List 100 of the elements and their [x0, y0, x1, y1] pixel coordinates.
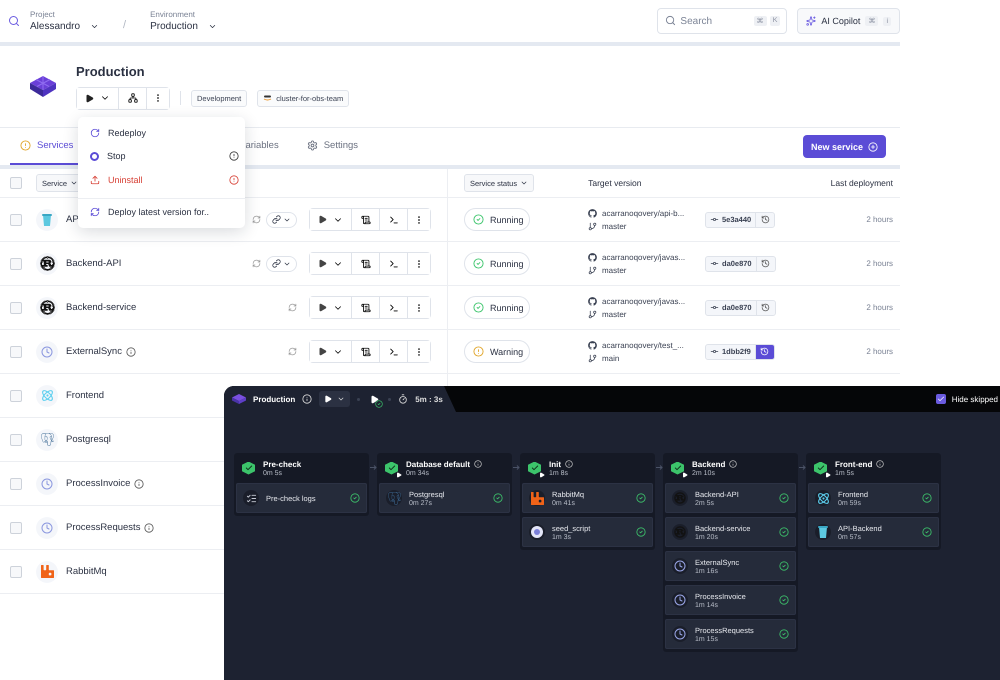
- breadcrumb-separator: /: [123, 19, 126, 31]
- row-checkbox[interactable]: [10, 390, 22, 402]
- history-icon: [761, 259, 770, 268]
- play-icon: [318, 259, 327, 268]
- stage-title: Front-end: [835, 460, 872, 468]
- deploy-button[interactable]: [310, 209, 352, 230]
- deploy-menu-button[interactable]: [77, 88, 119, 108]
- info-icon[interactable]: [126, 346, 136, 356]
- terminal-icon: [388, 214, 398, 224]
- status-pill: Warning: [464, 340, 530, 363]
- row-checkbox[interactable]: [10, 566, 22, 578]
- play-icon: [318, 347, 327, 356]
- sparkles-icon: [806, 16, 816, 26]
- service-name[interactable]: RabbitMq: [66, 566, 107, 577]
- service-name[interactable]: Postgresql: [66, 434, 111, 445]
- row-checkbox[interactable]: [10, 258, 22, 270]
- row-checkbox[interactable]: [10, 346, 22, 358]
- commit-icon: [710, 347, 719, 356]
- project-selector[interactable]: Alessandro: [30, 21, 100, 32]
- cup-icon: [817, 525, 829, 539]
- select-all-checkbox[interactable]: [10, 177, 22, 189]
- stage-title: Init: [549, 460, 561, 468]
- info-icon[interactable]: [134, 478, 144, 488]
- deploy-button[interactable]: [310, 253, 352, 274]
- chevron-down-icon: [208, 22, 217, 31]
- link-icon: [272, 259, 281, 268]
- github-icon: [588, 296, 597, 306]
- rust-logo-icon: [674, 526, 686, 538]
- chevron-down-icon: [90, 22, 100, 31]
- service-name[interactable]: Backend-API: [66, 258, 122, 269]
- check-icon: [779, 493, 789, 503]
- row-checkbox[interactable]: [10, 214, 22, 226]
- check-icon: [922, 493, 932, 503]
- last-deployment: 2 hours: [866, 303, 893, 312]
- clock-icon: [41, 478, 53, 490]
- clock-icon: [41, 522, 53, 534]
- rollback-button[interactable]: [756, 344, 774, 358]
- check-icon: [473, 214, 484, 225]
- github-icon: [588, 340, 597, 350]
- history-icon: [760, 215, 770, 224]
- row-checkbox[interactable]: [10, 434, 22, 446]
- row-checkbox[interactable]: [10, 522, 22, 534]
- project-label: Project: [30, 10, 56, 19]
- deploy-button[interactable]: [310, 297, 352, 318]
- tab[interactable]: Settings: [296, 128, 368, 165]
- service-name[interactable]: ProcessRequests: [66, 522, 140, 533]
- rabbit-logo-icon: [530, 492, 544, 504]
- last-deployment: 2 hours: [866, 347, 893, 356]
- menu-item[interactable]: Deploy latest version for..: [78, 200, 245, 224]
- terminal-icon: [388, 258, 398, 268]
- service-name[interactable]: AP: [66, 214, 79, 225]
- stop-icon: [90, 152, 99, 161]
- elephant-icon: [40, 433, 54, 446]
- row-checkbox[interactable]: [10, 478, 22, 490]
- rust-logo-icon: [40, 256, 54, 271]
- elephant-icon: [388, 492, 400, 504]
- branch-icon: [588, 310, 597, 318]
- link-button[interactable]: [266, 256, 297, 272]
- commit-icon: [710, 215, 719, 224]
- stage-title: Database default: [406, 460, 470, 468]
- checklist-icon: [246, 492, 256, 504]
- service-name[interactable]: ProcessInvoice: [66, 478, 130, 489]
- link-icon: [272, 215, 281, 224]
- branch-name: master: [602, 310, 626, 318]
- check-icon: [779, 561, 789, 571]
- check-icon: [493, 493, 503, 503]
- environment-selector[interactable]: Production: [150, 21, 217, 32]
- cubes-icon: [28, 74, 58, 100]
- rabbit-logo-icon: [40, 565, 54, 578]
- atom-icon: [816, 492, 830, 504]
- status-pill: Running: [464, 296, 530, 319]
- service-name[interactable]: ExternalSync: [66, 346, 122, 357]
- new-service-button[interactable]: New service: [802, 135, 886, 158]
- deploy-button[interactable]: [310, 341, 352, 362]
- commit-icon: [710, 303, 719, 312]
- play-icon: [318, 303, 327, 312]
- row-checkbox[interactable]: [10, 302, 22, 314]
- pipeline-duration: 5m : 3s: [415, 394, 443, 404]
- check-icon: [922, 527, 932, 537]
- disc-icon: [531, 526, 543, 538]
- scroll-icon: [360, 214, 370, 224]
- hide-skipped-checkbox[interactable]: [936, 394, 946, 404]
- info-icon[interactable]: [144, 522, 154, 532]
- deploy-menu-button[interactable]: [319, 391, 350, 407]
- environment-label: Environment: [150, 10, 196, 19]
- link-button[interactable]: [266, 212, 297, 228]
- arrow-icon: [512, 465, 520, 470]
- refresh-icon: [90, 207, 100, 218]
- repository-name: acarranoqovery/javas...: [602, 296, 686, 306]
- arrow-icon: [656, 465, 662, 470]
- cubes-icon: [232, 394, 246, 404]
- check-icon: [636, 527, 646, 537]
- clock-icon: [674, 628, 686, 640]
- check-icon: [473, 302, 484, 313]
- check-icon: [779, 527, 789, 537]
- scroll-icon: [360, 302, 370, 312]
- branch-icon: [588, 354, 597, 362]
- branch-icon: [588, 266, 597, 274]
- service-name[interactable]: Backend-service: [66, 302, 136, 313]
- service-name[interactable]: Frontend: [66, 390, 104, 401]
